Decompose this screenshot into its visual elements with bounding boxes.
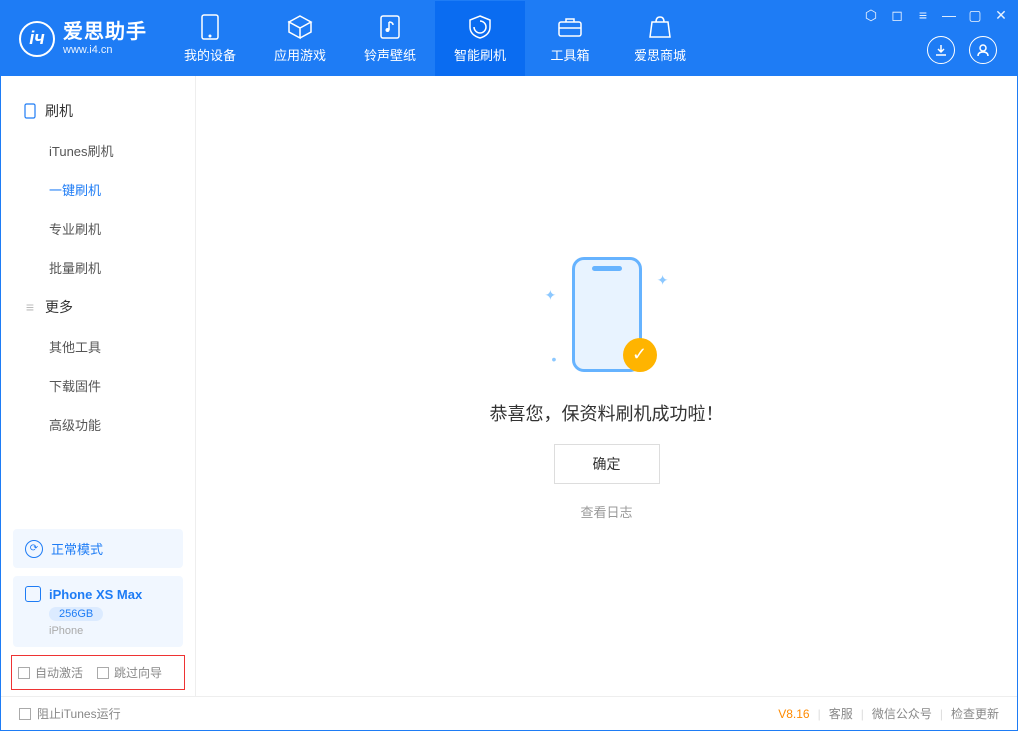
- nav-tab-store[interactable]: 爱思商城: [615, 1, 705, 76]
- view-log-link[interactable]: 查看日志: [580, 502, 632, 521]
- footer-link-update[interactable]: 检查更新: [951, 705, 999, 722]
- sidebar-item-other[interactable]: 其他工具: [1, 327, 195, 366]
- mode-icon: ⟳: [25, 540, 43, 558]
- bag-icon: [647, 14, 673, 40]
- app-logo-icon: iч: [19, 21, 55, 57]
- section-flash: 刷机: [1, 91, 195, 131]
- nav-tab-tools[interactable]: 工具箱: [525, 1, 615, 76]
- minimize-icon[interactable]: —: [941, 7, 957, 23]
- nav-label: 智能刷机: [454, 45, 506, 64]
- sidebar-item-firmware[interactable]: 下载固件: [1, 366, 195, 405]
- sparkle-icon: •: [552, 351, 557, 367]
- footer-link-wechat[interactable]: 微信公众号: [872, 705, 932, 722]
- mode-card[interactable]: ⟳ 正常模式: [13, 529, 183, 568]
- shield-icon: [467, 14, 493, 40]
- device-card[interactable]: iPhone XS Max 256GB iPhone: [13, 576, 183, 647]
- check-badge-icon: ✓: [623, 338, 657, 372]
- sidebar-item-advanced[interactable]: 高级功能: [1, 405, 195, 444]
- cube-icon: [287, 14, 313, 40]
- sidebar-item-oneclick[interactable]: 一键刷机: [1, 170, 195, 209]
- nav-label: 工具箱: [550, 45, 589, 64]
- auto-activate-checkbox[interactable]: 自动激活: [18, 664, 83, 681]
- nav-tabs: 我的设备 应用游戏 铃声壁纸 智能刷机 工具箱 爱思商城: [165, 1, 705, 76]
- app-title: 爱思助手: [63, 20, 147, 44]
- maximize-icon[interactable]: ▢: [967, 7, 983, 23]
- music-icon: [377, 14, 403, 40]
- section-title: 更多: [45, 297, 73, 317]
- nav-tab-apps[interactable]: 应用游戏: [255, 1, 345, 76]
- success-message: 恭喜您，保资料刷机成功啦！: [490, 400, 724, 426]
- footer: 阻止iTunes运行 V8.16 | 客服 | 微信公众号 | 检查更新: [1, 696, 1017, 730]
- sparkle-icon: ✦: [657, 272, 669, 289]
- main-content: ✦ ✦ • ✓ 恭喜您，保资料刷机成功啦！ 确定 查看日志: [196, 76, 1017, 696]
- section-more: ≡ 更多: [1, 287, 195, 327]
- nav-tab-flash[interactable]: 智能刷机: [435, 1, 525, 76]
- nav-tab-device[interactable]: 我的设备: [165, 1, 255, 76]
- phone-icon: [23, 104, 37, 118]
- success-illustration: ✦ ✦ • ✓: [527, 252, 687, 382]
- nav-label: 我的设备: [184, 45, 236, 64]
- sidebar: 刷机 iTunes刷机 一键刷机 专业刷机 批量刷机 ≡ 更多 其他工具 下载固…: [1, 76, 196, 696]
- sidebar-item-pro[interactable]: 专业刷机: [1, 209, 195, 248]
- device-icon: [197, 14, 223, 40]
- ok-button[interactable]: 确定: [554, 444, 660, 484]
- user-icon[interactable]: [969, 36, 997, 64]
- tshirt-icon[interactable]: ⬡: [863, 7, 879, 23]
- block-itunes-checkbox[interactable]: 阻止iTunes运行: [19, 705, 121, 722]
- list-icon: ≡: [23, 300, 37, 314]
- download-icon[interactable]: [927, 36, 955, 64]
- version-label: V8.16: [778, 707, 809, 721]
- app-subtitle: www.i4.cn: [63, 44, 147, 57]
- nav-label: 铃声壁纸: [364, 45, 416, 64]
- menu-icon[interactable]: ≡: [915, 7, 931, 23]
- header-actions: [927, 36, 997, 64]
- footer-link-support[interactable]: 客服: [829, 705, 853, 722]
- sparkle-icon: ✦: [545, 287, 557, 304]
- nav-label: 爱思商城: [634, 45, 686, 64]
- window-controls: ⬡ ◻ ≡ — ▢ ✕: [863, 7, 1009, 23]
- device-icon: [25, 586, 41, 602]
- device-type: iPhone: [49, 625, 171, 637]
- section-title: 刷机: [45, 101, 73, 121]
- device-name: iPhone XS Max: [49, 587, 142, 602]
- options-row: 自动激活 跳过向导: [11, 655, 185, 690]
- skip-guide-checkbox[interactable]: 跳过向导: [97, 664, 162, 681]
- feedback-icon[interactable]: ◻: [889, 7, 905, 23]
- storage-badge: 256GB: [49, 607, 103, 621]
- nav-tab-ringtone[interactable]: 铃声壁纸: [345, 1, 435, 76]
- app-header: iч 爱思助手 www.i4.cn 我的设备 应用游戏 铃声壁纸 智能刷机 工具…: [1, 1, 1017, 76]
- mode-label: 正常模式: [51, 539, 103, 558]
- sidebar-item-batch[interactable]: 批量刷机: [1, 248, 195, 287]
- sidebar-item-itunes[interactable]: iTunes刷机: [1, 131, 195, 170]
- toolbox-icon: [557, 14, 583, 40]
- close-icon[interactable]: ✕: [993, 7, 1009, 23]
- nav-label: 应用游戏: [274, 45, 326, 64]
- logo-area: iч 爱思助手 www.i4.cn: [1, 20, 165, 57]
